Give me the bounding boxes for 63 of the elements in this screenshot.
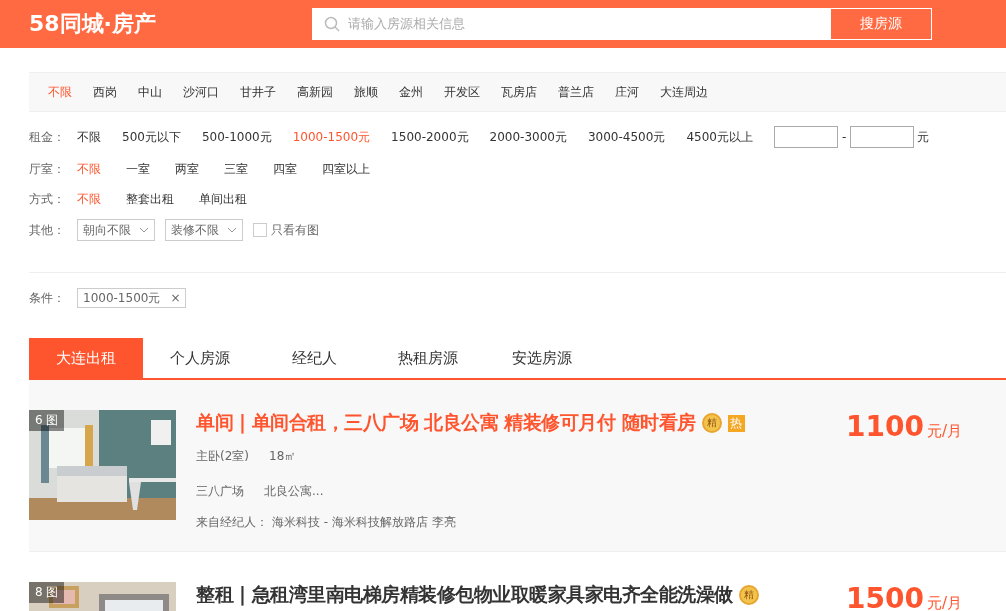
photo-count: 6 图 xyxy=(29,410,65,431)
filter-label: 厅室： xyxy=(29,160,66,178)
filter-option[interactable]: 500元以下 xyxy=(122,128,181,146)
medal-badge: 精 xyxy=(738,585,759,605)
unit-label: 元 xyxy=(917,128,930,146)
condition-tag: 1000-1500元 × xyxy=(77,288,187,308)
price: 1500 xyxy=(846,582,924,611)
filter-option[interactable]: 1500-2000元 xyxy=(391,128,469,146)
district-option[interactable]: 金州 xyxy=(399,83,423,101)
filter-option[interactable]: 不限 xyxy=(77,128,101,146)
filter-label: 租金： xyxy=(29,128,66,146)
district-option[interactable]: 沙河口 xyxy=(183,83,219,101)
min-price-field[interactable] xyxy=(773,126,838,148)
filter-option[interactable]: 500-1000元 xyxy=(201,128,272,146)
filter-option[interactable]: 两室 xyxy=(175,160,199,178)
chevron-down-icon xyxy=(139,227,149,233)
filter-option[interactable]: 4500元以上 xyxy=(686,128,753,146)
filter-dropdown[interactable]: 朝向不限 xyxy=(77,219,155,241)
filter-label: 其他： xyxy=(29,221,66,239)
price-unit: 元/月 xyxy=(926,594,962,611)
filter-dropdown[interactable]: 装修不限 xyxy=(165,219,243,241)
filter-option[interactable]: 一室 xyxy=(126,160,150,178)
checkbox[interactable] xyxy=(253,223,267,237)
district-option[interactable]: 甘井子 xyxy=(240,83,276,101)
location-link[interactable]: 三八广场 xyxy=(196,483,244,500)
district-option[interactable]: 瓦房店 xyxy=(501,83,537,101)
chevron-down-icon xyxy=(227,227,237,233)
hot-badge: 热 xyxy=(727,414,745,432)
location-link[interactable]: 北良公寓... xyxy=(264,483,324,500)
price: 1100 xyxy=(846,410,924,443)
filter-option[interactable]: 3000-4500元 xyxy=(587,128,666,146)
district-option[interactable]: 中山 xyxy=(138,83,162,101)
listing-title[interactable]: 整租 | 急租湾里南电梯房精装修包物业取暖家具家电齐全能洗澡做 xyxy=(196,582,733,608)
filter-label: 方式： xyxy=(29,190,66,208)
photo-count: 8 图 xyxy=(29,582,65,603)
district-option[interactable]: 大连周边 xyxy=(660,83,708,101)
district-option[interactable]: 高新园 xyxy=(297,83,333,101)
checkbox-label: 只看有图 xyxy=(271,221,319,239)
tab[interactable]: 个人房源 xyxy=(143,338,257,378)
remove-button[interactable]: × xyxy=(170,291,181,305)
range-dash: - xyxy=(841,130,847,144)
filter-option[interactable]: 单间出租 xyxy=(199,190,247,208)
tab[interactable]: 经纪人 xyxy=(257,338,371,378)
filter-option[interactable]: 三室 xyxy=(224,160,248,178)
district-option[interactable]: 西岗 xyxy=(93,83,117,101)
filter-option[interactable]: 四室以上 xyxy=(322,160,370,178)
district-option[interactable]: 庄河 xyxy=(615,83,639,101)
conditions-label: 条件： xyxy=(29,289,66,307)
medal-badge: 精 xyxy=(701,413,722,433)
filter-option[interactable]: 四室 xyxy=(273,160,297,178)
agent-info: 来自经纪人： 海米科技 - 海米科技解放路店 李亮 xyxy=(196,514,456,531)
price-unit: 元/月 xyxy=(926,422,962,441)
listing-detail: 18㎡ xyxy=(269,448,297,465)
listing-detail: 主卧(2室) xyxy=(196,448,249,465)
max-price-field[interactable] xyxy=(850,126,915,148)
tab[interactable]: 安选房源 xyxy=(485,338,599,378)
tab[interactable]: 热租房源 xyxy=(371,338,485,378)
district-option[interactable]: 普兰店 xyxy=(558,83,594,101)
district-option[interactable]: 开发区 xyxy=(444,83,480,101)
filter-option[interactable]: 2000-3000元 xyxy=(489,128,567,146)
filter-option[interactable]: 整套出租 xyxy=(126,190,174,208)
search-icon xyxy=(324,16,340,32)
district-option[interactable]: 旅顺 xyxy=(354,83,378,101)
